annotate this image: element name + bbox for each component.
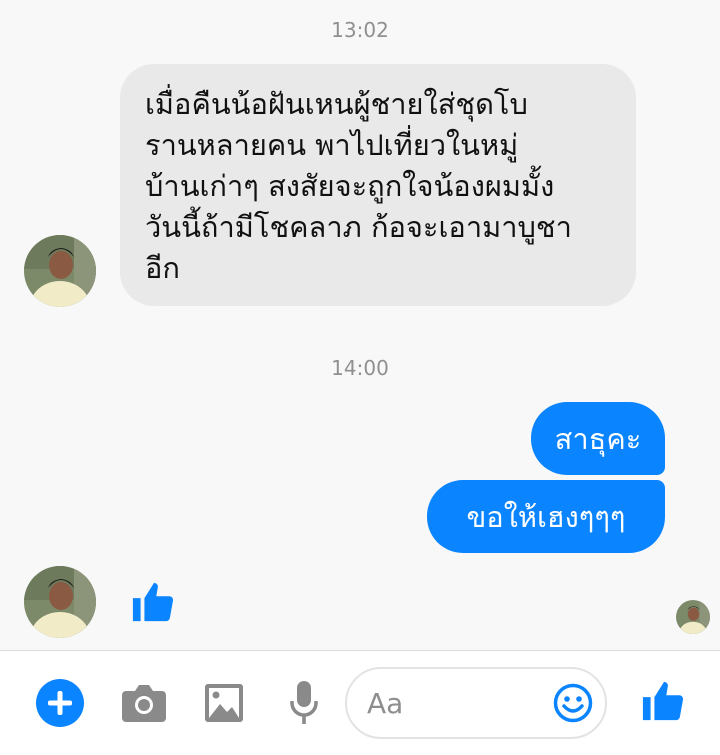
message-composer xyxy=(0,650,720,755)
message-thread: 13:02 เมื่อคืนน้อฝันเหนผู้ชายใส่ชุดโบ รา… xyxy=(0,0,720,650)
message-line: อีก xyxy=(145,251,180,285)
outgoing-message-bubble[interactable]: สาธุคะ xyxy=(531,402,665,475)
avatar-image xyxy=(24,235,96,307)
outgoing-message-bubble[interactable]: ขอให้เฮงๆๆๆ xyxy=(427,480,665,553)
message-text: ขอให้เฮงๆๆๆ xyxy=(466,499,626,534)
emoji-icon[interactable] xyxy=(553,683,593,723)
like-message-icon[interactable] xyxy=(131,579,177,625)
message-line: รานหลายคน พาไปเที่ยวในหมู่ xyxy=(145,128,519,162)
timestamp: 14:00 xyxy=(331,356,389,380)
message-text: สาธุคะ xyxy=(554,421,642,456)
plus-icon[interactable] xyxy=(36,679,84,727)
avatar-image xyxy=(24,566,96,638)
camera-icon[interactable] xyxy=(122,684,166,722)
message-line: เมื่อคืนน้อฝันเหนผู้ชายใส่ชุดโบ xyxy=(145,87,528,121)
message-input-container[interactable] xyxy=(345,667,607,739)
like-icon[interactable] xyxy=(641,678,687,724)
avatar-image xyxy=(676,600,710,634)
contact-avatar[interactable] xyxy=(24,235,96,307)
image-icon[interactable] xyxy=(205,684,243,722)
timestamp: 13:02 xyxy=(331,18,389,42)
contact-avatar[interactable] xyxy=(24,566,96,638)
message-line: บ้านเก่าๆ สงสัยจะถูกใจน้องผมมั้ง xyxy=(145,169,555,203)
incoming-message-bubble[interactable]: เมื่อคืนน้อฝันเหนผู้ชายใส่ชุดโบ รานหลายค… xyxy=(120,64,636,306)
microphone-icon[interactable] xyxy=(290,681,318,725)
read-receipt-avatar xyxy=(676,600,710,634)
message-input[interactable] xyxy=(367,683,547,723)
message-line: วันนี้ถ้ามีโชคลาภ ก้อจะเอามาบูชา xyxy=(145,210,572,244)
